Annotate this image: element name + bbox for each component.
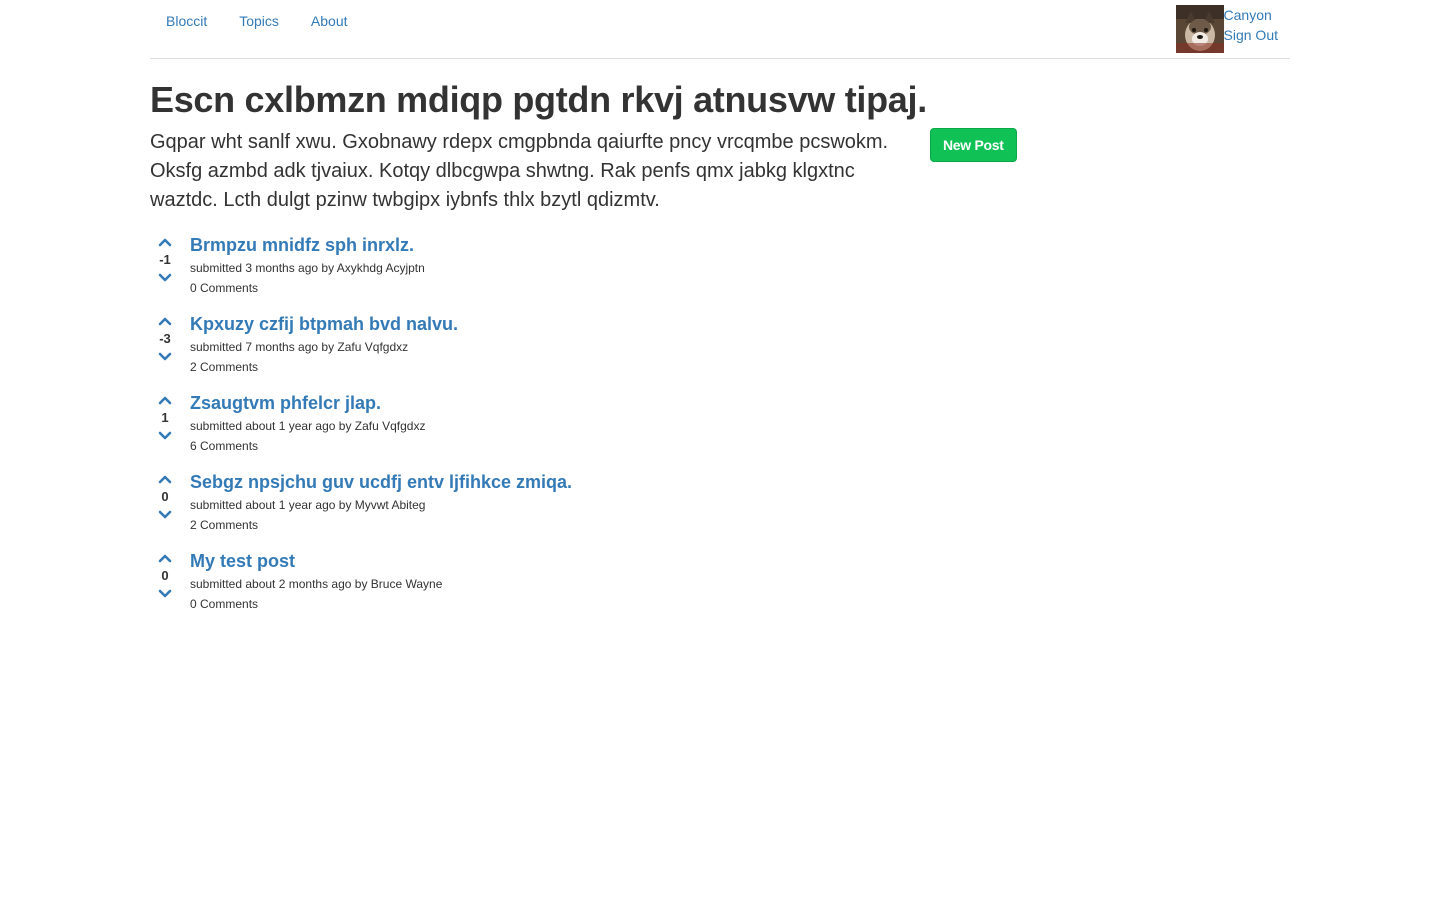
- user-profile-link[interactable]: Canyon: [1224, 5, 1278, 25]
- post-body: Brmpzu mnidfz sph inrxlz. submitted 3 mo…: [190, 232, 425, 298]
- downvote-button[interactable]: [150, 270, 180, 286]
- nav-item-bloccit[interactable]: Bloccit: [150, 0, 223, 42]
- upvote-button[interactable]: [150, 392, 180, 408]
- post-body: Kpxuzy czfij btpmah bvd nalvu. submitted…: [190, 311, 458, 377]
- upvote-button[interactable]: [150, 313, 180, 329]
- downvote-button[interactable]: [150, 349, 180, 365]
- nav-item-about[interactable]: About: [295, 0, 364, 42]
- post-meta: submitted about 1 year ago by Myvwt Abit…: [190, 498, 426, 512]
- vote-count: -3: [159, 331, 171, 346]
- post-title-link[interactable]: My test post: [190, 548, 442, 574]
- post-meta: submitted 7 months ago by Zafu Vqfgdxz: [190, 340, 409, 354]
- user-box: Canyon Sign Out: [1175, 5, 1278, 53]
- post-meta: submitted 3 months ago by Axykhdg Acyjpt…: [190, 261, 425, 275]
- vote-widget: 1: [150, 392, 180, 444]
- chevron-up-icon: [158, 396, 172, 405]
- chevron-up-icon: [158, 554, 172, 563]
- post-comment-count: 6 Comments: [190, 439, 259, 453]
- post-meta: submitted about 2 months ago by Bruce Wa…: [190, 577, 443, 591]
- post-comment-count: 2 Comments: [190, 360, 259, 374]
- post-list: -1 Brmpzu mnidfz sph inrxlz. submitted 3…: [150, 232, 950, 627]
- chevron-up-icon: [158, 475, 172, 484]
- chevron-up-icon: [158, 317, 172, 326]
- user-links: Canyon Sign Out: [1224, 5, 1278, 45]
- page-title: Escn cxlbmzn mdiqp pgtdn rkvj atnusvw ti…: [150, 79, 927, 120]
- downvote-button[interactable]: [150, 428, 180, 444]
- upvote-button[interactable]: [150, 234, 180, 250]
- new-post-button[interactable]: New Post: [930, 128, 1017, 162]
- post-title-link[interactable]: Zsaugtvm phfelcr jlap.: [190, 390, 425, 416]
- list-item: 0 My test post submitted about 2 months …: [150, 548, 950, 627]
- page-container: Bloccit Topics About Canyon Sign Out Esc…: [150, 0, 1290, 611]
- post-comment-count: 2 Comments: [190, 518, 259, 532]
- list-item: -3 Kpxuzy czfij btpmah bvd nalvu. submit…: [150, 311, 950, 390]
- upvote-button[interactable]: [150, 471, 180, 487]
- chevron-down-icon: [158, 273, 172, 282]
- post-body: My test post submitted about 2 months ag…: [190, 548, 442, 614]
- post-meta: submitted about 1 year ago by Zafu Vqfgd…: [190, 419, 426, 433]
- chevron-down-icon: [158, 510, 172, 519]
- post-title-link[interactable]: Kpxuzy czfij btpmah bvd nalvu.: [190, 311, 458, 337]
- chevron-down-icon: [158, 431, 172, 440]
- topic-description: Gqpar wht sanlf xwu. Gxobnawy rdepx cmgp…: [150, 131, 889, 211]
- chevron-up-icon: [158, 238, 172, 247]
- downvote-button[interactable]: [150, 586, 180, 602]
- dog-avatar-icon: [1175, 5, 1224, 53]
- post-title-link[interactable]: Brmpzu mnidfz sph inrxlz.: [190, 232, 425, 258]
- post-body: Sebgz npsjchu guv ucdfj entv ljfihkce zm…: [190, 469, 572, 535]
- nav-item-topics[interactable]: Topics: [223, 0, 295, 42]
- downvote-button[interactable]: [150, 507, 180, 523]
- vote-count: 0: [161, 568, 169, 583]
- upvote-button[interactable]: [150, 550, 180, 566]
- post-title-link[interactable]: Sebgz npsjchu guv ucdfj entv ljfihkce zm…: [190, 469, 572, 495]
- list-item: -1 Brmpzu mnidfz sph inrxlz. submitted 3…: [150, 232, 950, 311]
- vote-widget: -1: [150, 234, 180, 286]
- chevron-down-icon: [158, 352, 172, 361]
- post-comment-count: 0 Comments: [190, 281, 259, 295]
- post-body: Zsaugtvm phfelcr jlap. submitted about 1…: [190, 390, 425, 456]
- list-item: 0 Sebgz npsjchu guv ucdfj entv ljfihkce …: [150, 469, 950, 548]
- list-item: 1 Zsaugtvm phfelcr jlap. submitted about…: [150, 390, 950, 469]
- vote-count: -1: [159, 252, 171, 267]
- top-navbar: Bloccit Topics About Canyon Sign Out: [150, 0, 1290, 59]
- vote-widget: 0: [150, 550, 180, 602]
- vote-widget: -3: [150, 313, 180, 365]
- post-comment-count: 0 Comments: [190, 597, 259, 611]
- vote-count: 0: [161, 489, 169, 504]
- vote-count: 1: [161, 410, 169, 425]
- avatar[interactable]: [1175, 5, 1224, 53]
- vote-widget: 0: [150, 471, 180, 523]
- nav-list: Bloccit Topics About: [150, 0, 364, 42]
- chevron-down-icon: [158, 589, 172, 598]
- sign-out-link[interactable]: Sign Out: [1224, 25, 1278, 45]
